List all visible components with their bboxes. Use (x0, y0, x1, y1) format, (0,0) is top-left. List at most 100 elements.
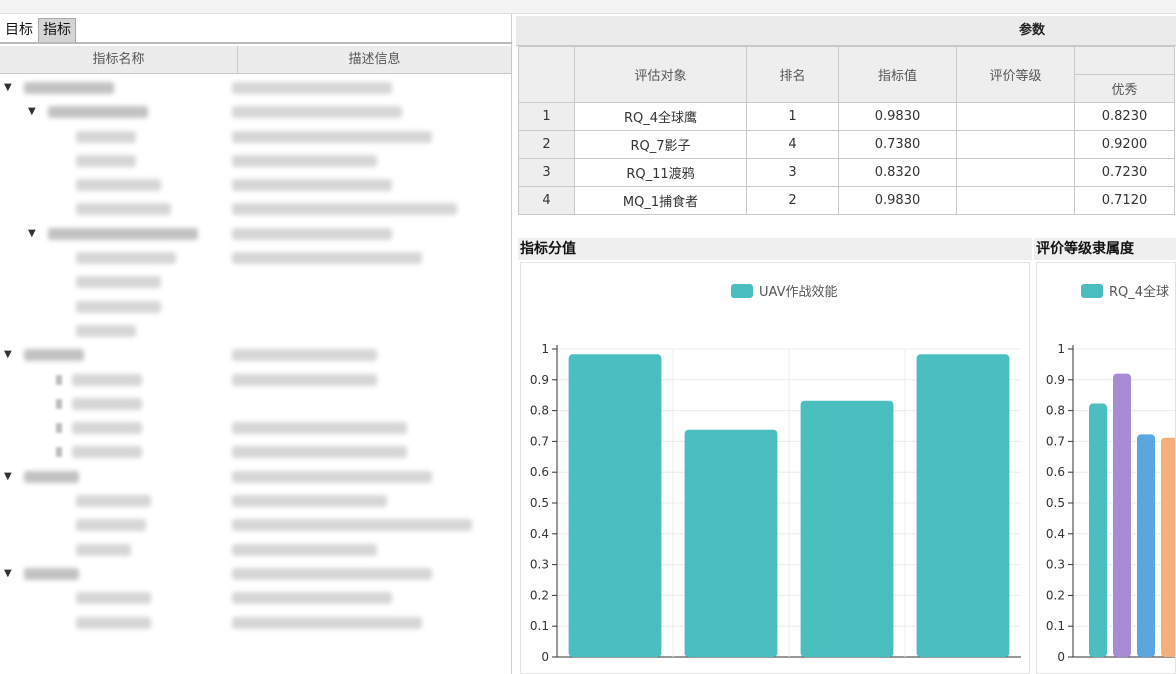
tree-row[interactable] (0, 246, 512, 270)
tree-node-description (232, 422, 407, 435)
col-object-header[interactable]: 评估对象 (574, 46, 747, 103)
tree-node-name (72, 446, 142, 459)
y-tick-label: 0.6 (530, 465, 549, 479)
expand-chevron-icon[interactable]: ▼ (4, 349, 16, 361)
tree-node-description (232, 567, 432, 580)
table-row[interactable]: 3 RQ_11渡鸦 3 0.8320 0.7230 (518, 158, 1175, 187)
tree-node-icon (56, 447, 62, 458)
cell-excellent: 0.9200 (1074, 130, 1175, 159)
bar-RQ_11渡鸦 (800, 400, 894, 657)
tree-row[interactable] (0, 586, 512, 610)
params-title-label: 参数 (1018, 23, 1045, 38)
cell-rank: 2 (746, 186, 839, 215)
tree-node-name (76, 300, 161, 313)
bar-MQ_1捕食者 (916, 354, 1010, 657)
tab-bar: 目标 指标 (0, 18, 76, 42)
y-tick-label: 0.4 (530, 527, 549, 541)
tree-row[interactable] (0, 392, 512, 416)
col-rank-header[interactable]: 排名 (746, 46, 839, 103)
tree-node-description (232, 495, 387, 508)
indicator-tree: ▼ ▼ ▼ ▼ ▼ ▼ (0, 76, 512, 635)
tree-row[interactable] (0, 197, 512, 221)
index-header (518, 46, 575, 103)
col-excellent-header[interactable]: 优秀 (1074, 74, 1175, 103)
tree-node-name (76, 324, 136, 337)
tree-node-description (232, 106, 402, 119)
row-index: 3 (518, 158, 575, 187)
tree-row[interactable]: ▼ (0, 562, 512, 586)
bar-series-3 (1161, 437, 1175, 657)
tree-node-name (72, 373, 142, 386)
tree-node-icon (56, 423, 62, 434)
tree-node-name (76, 203, 171, 216)
tree-row[interactable] (0, 319, 512, 343)
y-tick-label: 0.5 (530, 496, 549, 510)
col-grade-header[interactable]: 评价等级 (956, 46, 1075, 103)
tree-row[interactable] (0, 368, 512, 392)
y-tick-label: 1 (1057, 342, 1065, 356)
column-header-description[interactable]: 描述信息 (238, 46, 512, 74)
cell-value: 0.7380 (838, 130, 957, 159)
tree-row[interactable] (0, 611, 512, 635)
table-row[interactable]: 1 RQ_4全球鹰 1 0.9830 0.8230 (518, 102, 1175, 131)
expand-chevron-icon[interactable]: ▼ (4, 568, 16, 580)
row-index: 1 (518, 102, 575, 131)
tree-node-icon (56, 398, 62, 409)
tab-divider (0, 42, 512, 44)
expand-chevron-icon[interactable]: ▼ (28, 106, 40, 118)
y-tick-label: 0.3 (1046, 558, 1065, 572)
y-tick-label: 0.1 (1046, 619, 1065, 633)
tree-row[interactable]: ▼ (0, 222, 512, 246)
tree-row[interactable] (0, 416, 512, 440)
cell-value: 0.9830 (838, 186, 957, 215)
cell-excellent: 0.7120 (1074, 186, 1175, 215)
cell-value: 0.9830 (838, 102, 957, 131)
tree-node-description (232, 203, 457, 216)
tree-row[interactable]: ▼ (0, 76, 512, 100)
tree-row[interactable] (0, 173, 512, 197)
tree-row[interactable]: ▼ (0, 343, 512, 367)
cell-grade (956, 102, 1075, 131)
bar-series-1 (1113, 373, 1131, 657)
tree-node-name (72, 422, 142, 435)
tree-row[interactable] (0, 489, 512, 513)
y-tick-label: 0.2 (530, 588, 549, 602)
tree-node-description (232, 373, 377, 386)
y-tick-label: 0.8 (1046, 404, 1065, 418)
expand-chevron-icon[interactable]: ▼ (28, 228, 40, 240)
expand-chevron-icon[interactable]: ▼ (4, 82, 16, 94)
cell-object: RQ_4全球鹰 (574, 102, 747, 131)
tree-node-description (232, 470, 432, 483)
tree-row[interactable] (0, 440, 512, 464)
tree-node-icon (56, 374, 62, 385)
tree-row[interactable] (0, 270, 512, 294)
col-value-header[interactable]: 指标值 (838, 46, 957, 103)
expand-chevron-icon[interactable]: ▼ (4, 471, 16, 483)
tree-row[interactable] (0, 295, 512, 319)
tree-row[interactable] (0, 125, 512, 149)
membership-chart-box: RQ_4全球 0 0.1 0.2 0.3 0.4 0.5 0.6 0.7 0.8 0.9 1 (1036, 262, 1176, 674)
membership-chart-panel: 评价等级隶属度 RQ_4全球 0 0.1 0.2 0.3 0.4 0.5 0.6 0.7 0.8… (1034, 238, 1176, 674)
y-tick-label: 0.4 (1046, 527, 1065, 541)
y-tick-label: 0.3 (530, 558, 549, 572)
tab-target[interactable]: 目标 (0, 18, 38, 42)
window-top-strip (0, 0, 1176, 14)
column-header-name[interactable]: 指标名称 (0, 46, 238, 74)
bar-RQ_7影子 (684, 429, 778, 657)
tree-row[interactable] (0, 538, 512, 562)
bar-series-2 (1137, 434, 1155, 657)
y-tick-label: 0.1 (530, 619, 549, 633)
tree-row[interactable] (0, 513, 512, 537)
tree-row[interactable]: ▼ (0, 465, 512, 489)
tree-row[interactable] (0, 149, 512, 173)
params-title: 参数 (516, 16, 1176, 46)
tree-row[interactable]: ▼ (0, 100, 512, 124)
tree-node-description (232, 543, 377, 556)
tree-node-name (76, 592, 151, 605)
tab-indicator[interactable]: 指标 (38, 18, 76, 42)
tree-node-name (76, 276, 161, 289)
tree-node-name (72, 397, 142, 410)
tree-node-name (76, 495, 151, 508)
table-row[interactable]: 4 MQ_1捕食者 2 0.9830 0.7120 (518, 186, 1175, 215)
table-row[interactable]: 2 RQ_7影子 4 0.7380 0.9200 (518, 130, 1175, 159)
